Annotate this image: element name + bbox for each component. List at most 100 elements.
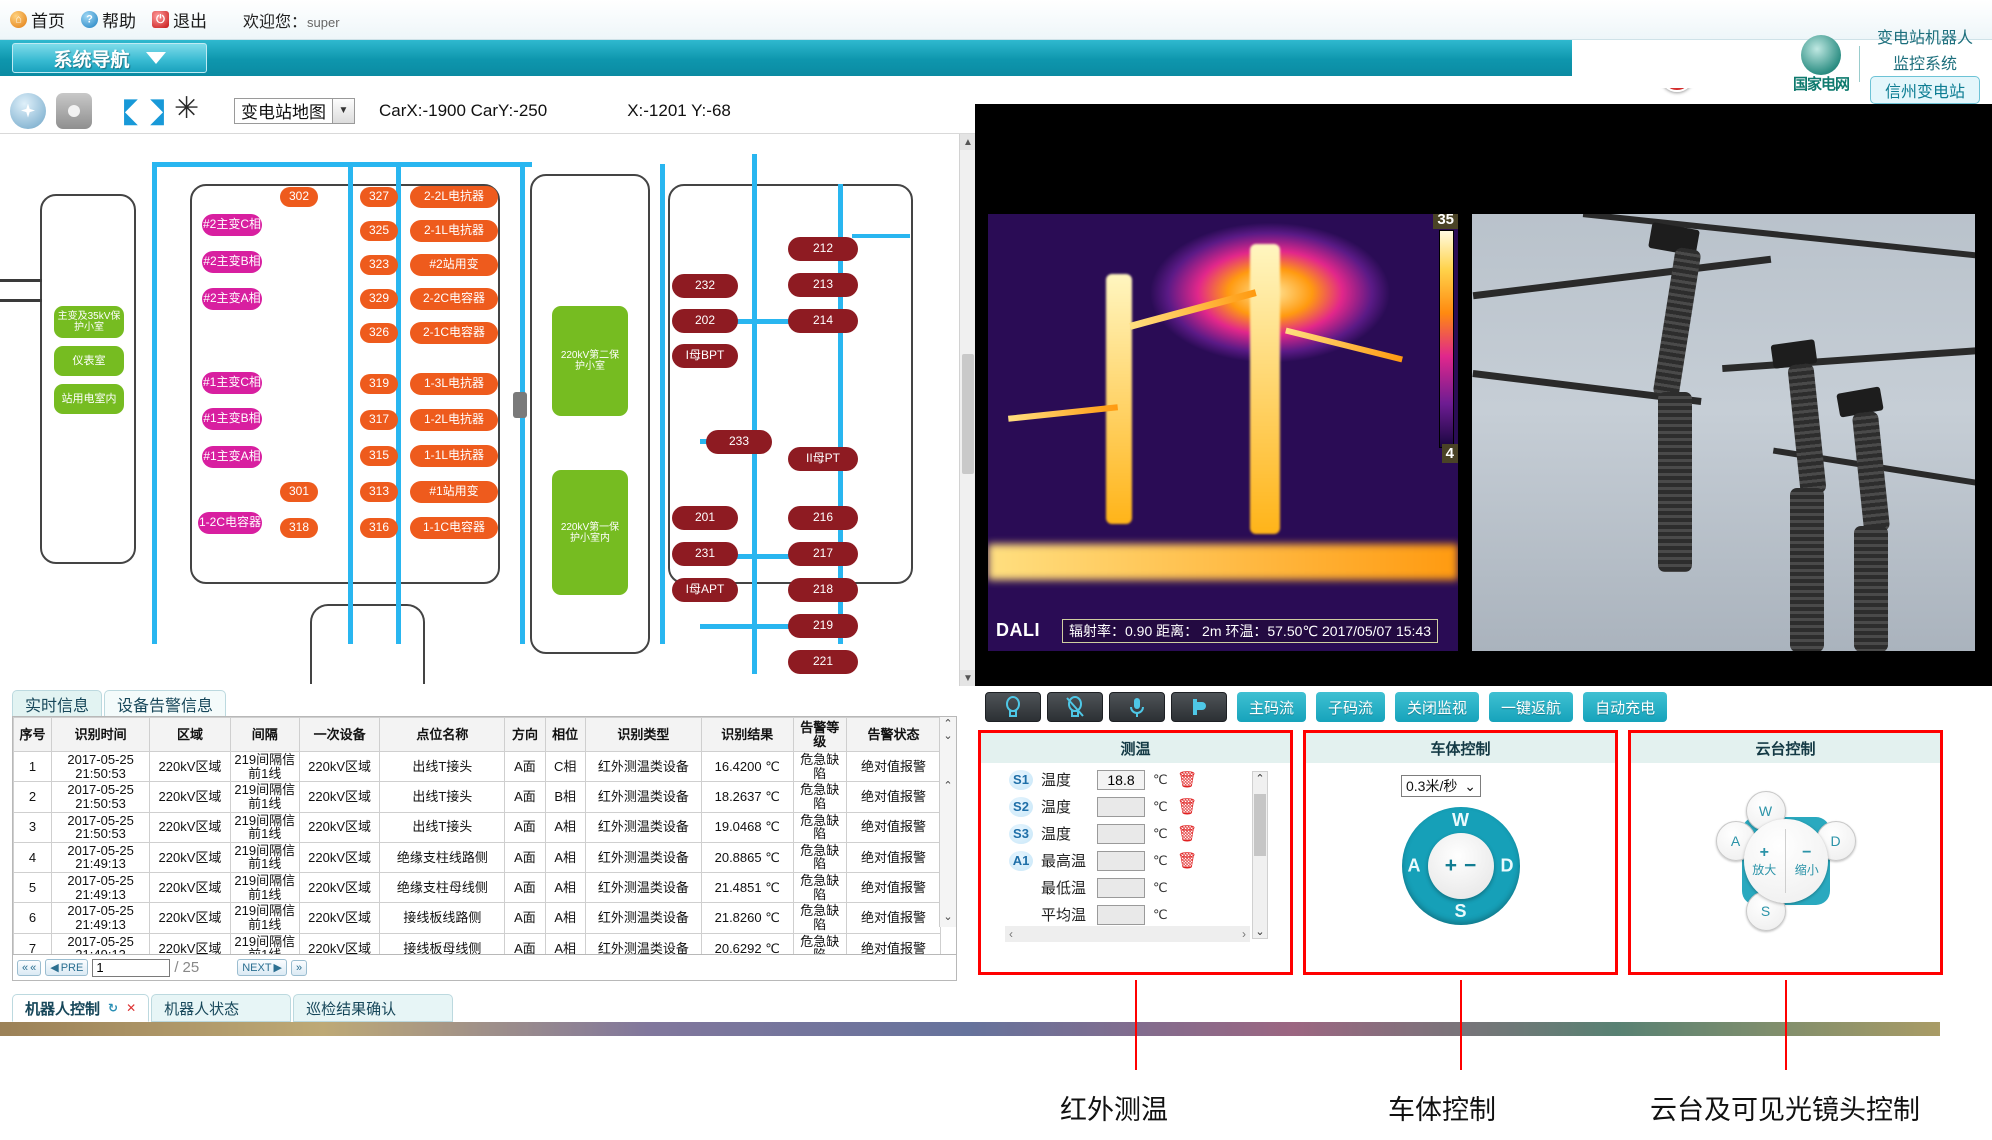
close-icon[interactable]: ✕ bbox=[126, 1001, 136, 1015]
delete-icon[interactable]: 🗑 bbox=[1177, 770, 1197, 790]
tab-robot-control[interactable]: 机器人控制 ↻ ✕ bbox=[12, 994, 149, 1022]
scroll-thumb-down-icon[interactable]: ⌄ bbox=[940, 910, 956, 923]
diagram-dred-label[interactable]: 201 bbox=[672, 506, 738, 530]
station-badge[interactable]: 信州变电站 bbox=[1870, 76, 1980, 104]
diagram-orange-code[interactable]: 325 bbox=[360, 221, 398, 241]
zoom-out-button[interactable]: − 缩小 bbox=[1786, 819, 1828, 903]
diagram-magenta-label[interactable]: #2主变C相 bbox=[202, 214, 262, 236]
diagram-dred-label[interactable]: 216 bbox=[788, 506, 858, 530]
sub-stream-button[interactable]: 子码流 bbox=[1316, 692, 1385, 722]
temperature-value-input[interactable] bbox=[1097, 824, 1145, 844]
body-up-button[interactable]: W bbox=[1452, 810, 1469, 831]
diagram-dred-label[interactable]: 218 bbox=[788, 578, 858, 602]
body-left-button[interactable]: A bbox=[1408, 856, 1421, 877]
diagram-magenta-label[interactable]: #2主变A相 bbox=[202, 288, 262, 310]
lamp-off-icon[interactable] bbox=[1047, 692, 1103, 722]
table-row[interactable]: 62017-05-2521:49:13220kV区域219间隔信前1线220kV… bbox=[14, 903, 941, 933]
diagram-orange-code[interactable]: 327 bbox=[360, 187, 398, 207]
delete-icon[interactable]: 🗑 bbox=[1177, 851, 1197, 871]
diagram-dred-label[interactable]: 202 bbox=[672, 309, 738, 333]
temperature-scroll-thumb[interactable] bbox=[1254, 794, 1266, 856]
scroll-thumb-up-icon[interactable]: ⌃ bbox=[940, 779, 956, 792]
compass-icon[interactable] bbox=[10, 93, 46, 129]
diagram-magenta-label[interactable]: #1主变C相 bbox=[202, 372, 262, 394]
refresh-icon[interactable]: ↻ bbox=[108, 1001, 118, 1015]
diagram-orange-code[interactable]: 323 bbox=[360, 255, 398, 275]
diagram-orange-name[interactable]: 1-1L电抗器 bbox=[410, 445, 498, 467]
temperature-value-input[interactable] bbox=[1097, 905, 1145, 925]
temperature-value-input[interactable] bbox=[1097, 851, 1145, 871]
table-row[interactable]: 72017-05-2521:49:13220kV区域219间隔信前1线220kV… bbox=[14, 933, 941, 955]
visible-light-camera-view[interactable] bbox=[1472, 214, 1975, 651]
last-page-button[interactable]: » bbox=[291, 960, 307, 976]
thermal-camera-view[interactable]: 35 4 DALI 辐射率：0.90 距离： 2m 环温：57.50℃ 2017… bbox=[988, 214, 1458, 651]
camera-icon[interactable] bbox=[56, 93, 92, 129]
substation-map-canvas[interactable]: 主变及35kV保护小室 仪表室 站用电室内 #2主变C相 #2主变B相 #2主变… bbox=[0, 134, 975, 686]
diagram-dred-label[interactable]: 232 bbox=[672, 274, 738, 298]
diagram-magenta-label[interactable]: #2主变B相 bbox=[202, 251, 262, 273]
temperature-horizontal-scrollbar[interactable]: ‹ › bbox=[1005, 926, 1250, 942]
speed-select[interactable]: 0.3米/秒 ⌄ bbox=[1401, 775, 1481, 797]
scroll-up-icon[interactable]: ▲ bbox=[960, 134, 975, 150]
table-vertical-scrollbar[interactable]: ⌃ ⌄ ⌃ ⌄ bbox=[939, 717, 956, 927]
diagram-orange-code[interactable]: 319 bbox=[360, 374, 398, 394]
tab-realtime-info[interactable]: 实时信息 bbox=[12, 690, 102, 716]
close-monitor-button[interactable]: 关闭监视 bbox=[1395, 692, 1479, 722]
diagram-orange-name[interactable]: 2-2L电抗器 bbox=[410, 186, 498, 208]
diagram-dred-label[interactable]: 214 bbox=[788, 309, 858, 333]
speed-increase-button[interactable]: + bbox=[1445, 854, 1457, 878]
scroll-right-icon[interactable]: › bbox=[1242, 927, 1246, 941]
table-row[interactable]: 22017-05-2521:50:53220kV区域219间隔信前1线220kV… bbox=[14, 782, 941, 812]
diagram-magenta-label[interactable]: #1主变A相 bbox=[202, 446, 262, 468]
delete-icon[interactable]: 🗑 bbox=[1177, 797, 1197, 817]
map-scroll-thumb[interactable] bbox=[962, 354, 974, 474]
diagram-orange-code[interactable]: 302 bbox=[280, 187, 318, 207]
body-direction-wheel[interactable]: W S A D + − bbox=[1402, 807, 1520, 925]
speed-decrease-button[interactable]: − bbox=[1464, 854, 1476, 878]
diagram-orange-name[interactable]: #2站用变 bbox=[410, 254, 498, 276]
diagram-orange-code[interactable]: 316 bbox=[360, 518, 398, 538]
scroll-down-icon[interactable]: ⌄ bbox=[940, 729, 956, 742]
tab-inspection-result[interactable]: 巡检结果确认 bbox=[293, 994, 453, 1022]
body-right-button[interactable]: D bbox=[1501, 856, 1514, 877]
diagram-orange-name[interactable]: 1-1C电容器 bbox=[410, 517, 498, 539]
diagram-dred-label[interactable]: 233 bbox=[706, 430, 772, 454]
scroll-left-icon[interactable]: ‹ bbox=[1009, 927, 1013, 941]
diagram-green-big-label[interactable]: 220kV第一保护小室内 bbox=[552, 470, 628, 595]
diagram-orange-name[interactable]: 2-2C电容器 bbox=[410, 288, 498, 310]
lamp-on-icon[interactable] bbox=[985, 692, 1041, 722]
diagram-dred-label[interactable]: 213 bbox=[788, 273, 858, 297]
scroll-down-icon[interactable]: ⌄ bbox=[1253, 925, 1267, 938]
prev-page-button[interactable]: ◀PRE bbox=[45, 959, 88, 976]
auto-charge-button[interactable]: 自动充电 bbox=[1583, 692, 1667, 722]
diagram-dred-label[interactable]: 217 bbox=[788, 542, 858, 566]
diagram-magenta-label[interactable]: #1主变B相 bbox=[202, 408, 262, 430]
tab-device-alarm-info[interactable]: 设备告警信息 bbox=[104, 690, 226, 716]
diagram-dred-label[interactable]: 221 bbox=[788, 650, 858, 674]
home-link[interactable]: ⌂ 首页 bbox=[10, 7, 65, 32]
diagram-green-label[interactable]: 站用电室内 bbox=[54, 384, 124, 414]
diagram-orange-code[interactable]: 326 bbox=[360, 323, 398, 343]
scroll-down-icon[interactable]: ▼ bbox=[960, 670, 975, 686]
exit-link[interactable]: ⏻ 退出 bbox=[152, 7, 207, 32]
diagram-orange-code[interactable]: 315 bbox=[360, 446, 398, 466]
diagram-orange-name[interactable]: 2-1L电抗器 bbox=[410, 220, 498, 242]
body-down-button[interactable]: S bbox=[1454, 901, 1466, 922]
scroll-up-icon[interactable]: ⌃ bbox=[1253, 772, 1267, 785]
table-row[interactable]: 42017-05-2521:49:13220kV区域219间隔信前1线220kV… bbox=[14, 842, 941, 872]
diagram-dred-label[interactable]: 219 bbox=[788, 614, 858, 638]
diagram-green-label[interactable]: 仪表室 bbox=[54, 346, 124, 376]
map-vertical-scrollbar[interactable]: ▲ ▼ bbox=[959, 134, 975, 686]
diagram-dred-label[interactable]: I母APT bbox=[672, 578, 738, 602]
diagram-magenta-label[interactable]: 1-2C电容器 bbox=[198, 512, 262, 534]
temperature-value-input[interactable] bbox=[1097, 770, 1145, 790]
diagram-orange-name[interactable]: #1站用变 bbox=[410, 481, 498, 503]
fullscreen-expand-icon[interactable]: ◤◥ ◣◢ bbox=[124, 94, 164, 128]
system-navigation-button[interactable]: 系统导航 bbox=[12, 43, 207, 73]
diagram-orange-code[interactable]: 318 bbox=[280, 518, 318, 538]
diagram-orange-name[interactable]: 1-3L电抗器 bbox=[410, 373, 498, 395]
diagram-green-big-label[interactable]: 220kV第二保护小室 bbox=[552, 306, 628, 416]
diagram-orange-code[interactable]: 313 bbox=[360, 482, 398, 502]
main-stream-button[interactable]: 主码流 bbox=[1237, 692, 1306, 722]
delete-icon[interactable]: 🗑 bbox=[1177, 824, 1197, 844]
